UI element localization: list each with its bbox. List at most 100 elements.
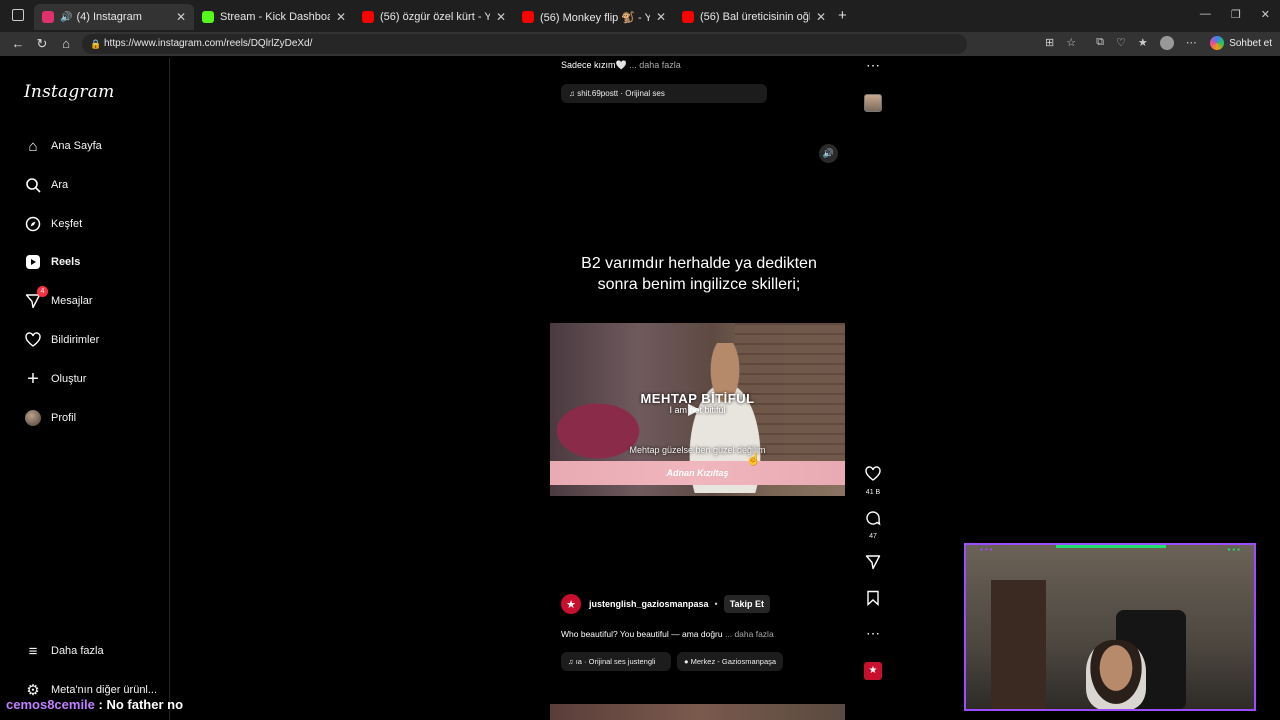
sidebar-item-search[interactable]: Ara bbox=[24, 175, 68, 195]
chat-text: : No father no bbox=[94, 697, 184, 712]
tab-label: (56) Monkey flip 🐒 - YouTube bbox=[540, 11, 650, 24]
youtube-favicon-icon bbox=[522, 11, 534, 23]
follow-button[interactable]: Takip Et bbox=[723, 595, 771, 613]
close-icon[interactable]: ✕ bbox=[496, 10, 506, 24]
copilot-chat-button[interactable]: Sohbet et bbox=[1210, 36, 1272, 50]
sidebar-item-profile[interactable]: Profil bbox=[24, 408, 76, 428]
webcam-corner-decoration: ▪▪▪ bbox=[980, 545, 995, 554]
back-icon[interactable]: ← bbox=[6, 36, 30, 51]
like-count: 41 B bbox=[865, 489, 881, 496]
tab-bar: 🔊 (4) Instagram ✕ Stream - Kick Dashboar… bbox=[0, 0, 1280, 32]
window-controls: — ❐ ✕ bbox=[1200, 8, 1270, 21]
url-field[interactable]: 🔒 https://www.instagram.com/reels/DQlrlZ… bbox=[82, 34, 967, 54]
stream-chat-message: cemos8cemile : No father no bbox=[6, 697, 183, 712]
audio-thumbnail[interactable]: ★ bbox=[864, 662, 882, 680]
location-pin-icon: ● bbox=[684, 657, 689, 666]
tab-youtube-1[interactable]: (56) özgür özel kürt - YouTube ✕ bbox=[354, 4, 514, 30]
close-icon[interactable]: ✕ bbox=[336, 10, 346, 24]
close-icon[interactable]: ✕ bbox=[176, 10, 186, 24]
location-chip[interactable]: ● Merkez - Gaziosmanpaşa bbox=[677, 652, 784, 671]
volume-icon[interactable]: 🔊 bbox=[819, 144, 838, 163]
audio-thumbnail[interactable] bbox=[864, 94, 882, 112]
toolbar-icons: ⊞ ☆ ⧉ ♡ ★ ⋯ bbox=[1045, 36, 1197, 50]
refresh-icon[interactable]: ↻ bbox=[30, 36, 54, 52]
home-icon[interactable]: ⌂ bbox=[54, 36, 78, 51]
search-icon bbox=[24, 176, 42, 194]
bookmark-icon bbox=[862, 590, 884, 610]
sidebar: Instagram ⌂ Ana Sayfa Ara Keşfet Reels 4… bbox=[8, 58, 170, 720]
address-bar-row: ← ↻ ⌂ 🔒 https://www.instagram.com/reels/… bbox=[0, 32, 1280, 56]
hamburger-menu-icon: ≡ bbox=[28, 642, 38, 660]
sidebar-item-explore[interactable]: Keşfet bbox=[24, 214, 82, 234]
copilot-label: Sohbet et bbox=[1229, 37, 1272, 49]
clip-subtitle: Mehtap güzelse ben güzel değilim bbox=[629, 445, 766, 455]
clip-name: Adnan Kızıltaş bbox=[666, 468, 729, 478]
more-options-icon[interactable]: ⋯ bbox=[866, 625, 880, 642]
avatar bbox=[24, 409, 42, 427]
sidebar-item-label: Bildirimler bbox=[51, 334, 100, 346]
sidebar-item-create[interactable]: + Oluştur bbox=[24, 367, 87, 390]
tab-youtube-3[interactable]: (56) Bal üreticisinin oğlu Balamir ✕ bbox=[674, 4, 834, 30]
browser-essentials-icon[interactable]: ♡ bbox=[1116, 36, 1126, 50]
close-window-icon[interactable]: ✕ bbox=[1261, 8, 1270, 21]
tab-youtube-2[interactable]: (56) Monkey flip 🐒 - YouTube ✕ bbox=[514, 4, 674, 30]
sidebar-item-more[interactable]: ≡ Daha fazla bbox=[24, 641, 104, 661]
instagram-favicon-icon bbox=[42, 11, 54, 23]
webcam-overlay: ▪▪▪ ▪▪▪ bbox=[964, 543, 1256, 711]
extensions-icon[interactable]: ⧉ bbox=[1096, 36, 1104, 50]
speaker-icon[interactable]: 🔊 bbox=[60, 12, 72, 23]
more-link[interactable]: ... daha fazla bbox=[725, 629, 774, 639]
minimize-icon[interactable]: — bbox=[1200, 8, 1211, 21]
lock-icon: 🔒 bbox=[90, 39, 102, 49]
more-options-icon[interactable]: ⋯ bbox=[866, 57, 880, 74]
menu-dots-icon[interactable]: ⋯ bbox=[1186, 36, 1197, 50]
like-button[interactable]: 41 B bbox=[862, 466, 884, 496]
author-avatar[interactable]: ★ bbox=[561, 594, 581, 614]
new-tab-button[interactable]: + bbox=[838, 7, 847, 24]
reel-author: ★ justenglish_gaziosmanpasa • Takip Et bbox=[561, 594, 771, 614]
author-username[interactable]: justenglish_gaziosmanpasa bbox=[589, 599, 709, 609]
heart-icon bbox=[24, 331, 42, 349]
tab-kick[interactable]: Stream - Kick Dashboard ✕ bbox=[194, 4, 354, 30]
chat-username: cemos8cemile bbox=[6, 697, 95, 712]
comment-icon bbox=[862, 510, 884, 530]
next-reel-preview[interactable] bbox=[550, 704, 845, 720]
close-icon[interactable]: ✕ bbox=[656, 10, 666, 24]
caption-text: Who beautiful? You beautiful — ama doğru bbox=[561, 629, 723, 639]
sidebar-item-home[interactable]: ⌂ Ana Sayfa bbox=[24, 136, 101, 156]
share-button[interactable] bbox=[862, 554, 884, 574]
play-icon[interactable]: ▶ bbox=[688, 399, 708, 419]
tab-actions-icon[interactable] bbox=[12, 9, 24, 21]
caption-text: Sadece kızım🤍 bbox=[561, 60, 627, 70]
compass-icon bbox=[24, 215, 42, 233]
restore-icon[interactable]: ❐ bbox=[1231, 8, 1241, 21]
sidebar-item-messages[interactable]: 4 Mesajlar bbox=[24, 286, 93, 311]
profile-avatar[interactable] bbox=[1159, 36, 1174, 50]
tab-label: (56) özgür özel kürt - YouTube bbox=[380, 11, 490, 23]
sidebar-item-label: Mesajlar bbox=[51, 295, 93, 307]
notification-badge: 4 bbox=[37, 286, 48, 297]
more-link[interactable]: ... daha fazla bbox=[629, 60, 681, 70]
messenger-icon: 4 bbox=[24, 286, 48, 310]
location-label: Merkez - Gaziosmanpaşa bbox=[690, 657, 777, 666]
favorites-bar-icon[interactable]: ★ bbox=[1138, 36, 1148, 50]
heart-icon bbox=[862, 466, 884, 486]
favorite-icon[interactable]: ☆ bbox=[1066, 36, 1076, 50]
reel-overlay-text: B2 varımdır herhalde ya dedikten sonra b… bbox=[581, 255, 817, 293]
instagram-logo[interactable]: Instagram bbox=[24, 82, 114, 102]
previous-reel-audio-chip[interactable]: ♫ shit.69postt · Orijinal ses bbox=[561, 84, 767, 103]
audio-chip[interactable]: ♫ ıa · Orijinal ses justengli bbox=[561, 652, 671, 671]
tab-instagram[interactable]: 🔊 (4) Instagram ✕ bbox=[34, 4, 194, 30]
app-available-icon[interactable]: ⊞ bbox=[1045, 36, 1054, 50]
previous-reel-caption: Sadece kızım🤍 ... daha fazla bbox=[561, 60, 681, 71]
save-button[interactable] bbox=[862, 590, 884, 610]
sidebar-item-reels[interactable]: Reels bbox=[24, 252, 80, 272]
plus-icon: + bbox=[27, 367, 39, 390]
close-icon[interactable]: ✕ bbox=[816, 10, 826, 24]
home-icon: ⌂ bbox=[28, 137, 38, 155]
comment-button[interactable]: 47 bbox=[862, 510, 884, 540]
sidebar-item-label: Daha fazla bbox=[51, 645, 104, 657]
sidebar-item-label: Oluştur bbox=[51, 373, 87, 385]
youtube-favicon-icon bbox=[682, 11, 694, 23]
sidebar-item-notifications[interactable]: Bildirimler bbox=[24, 330, 99, 350]
